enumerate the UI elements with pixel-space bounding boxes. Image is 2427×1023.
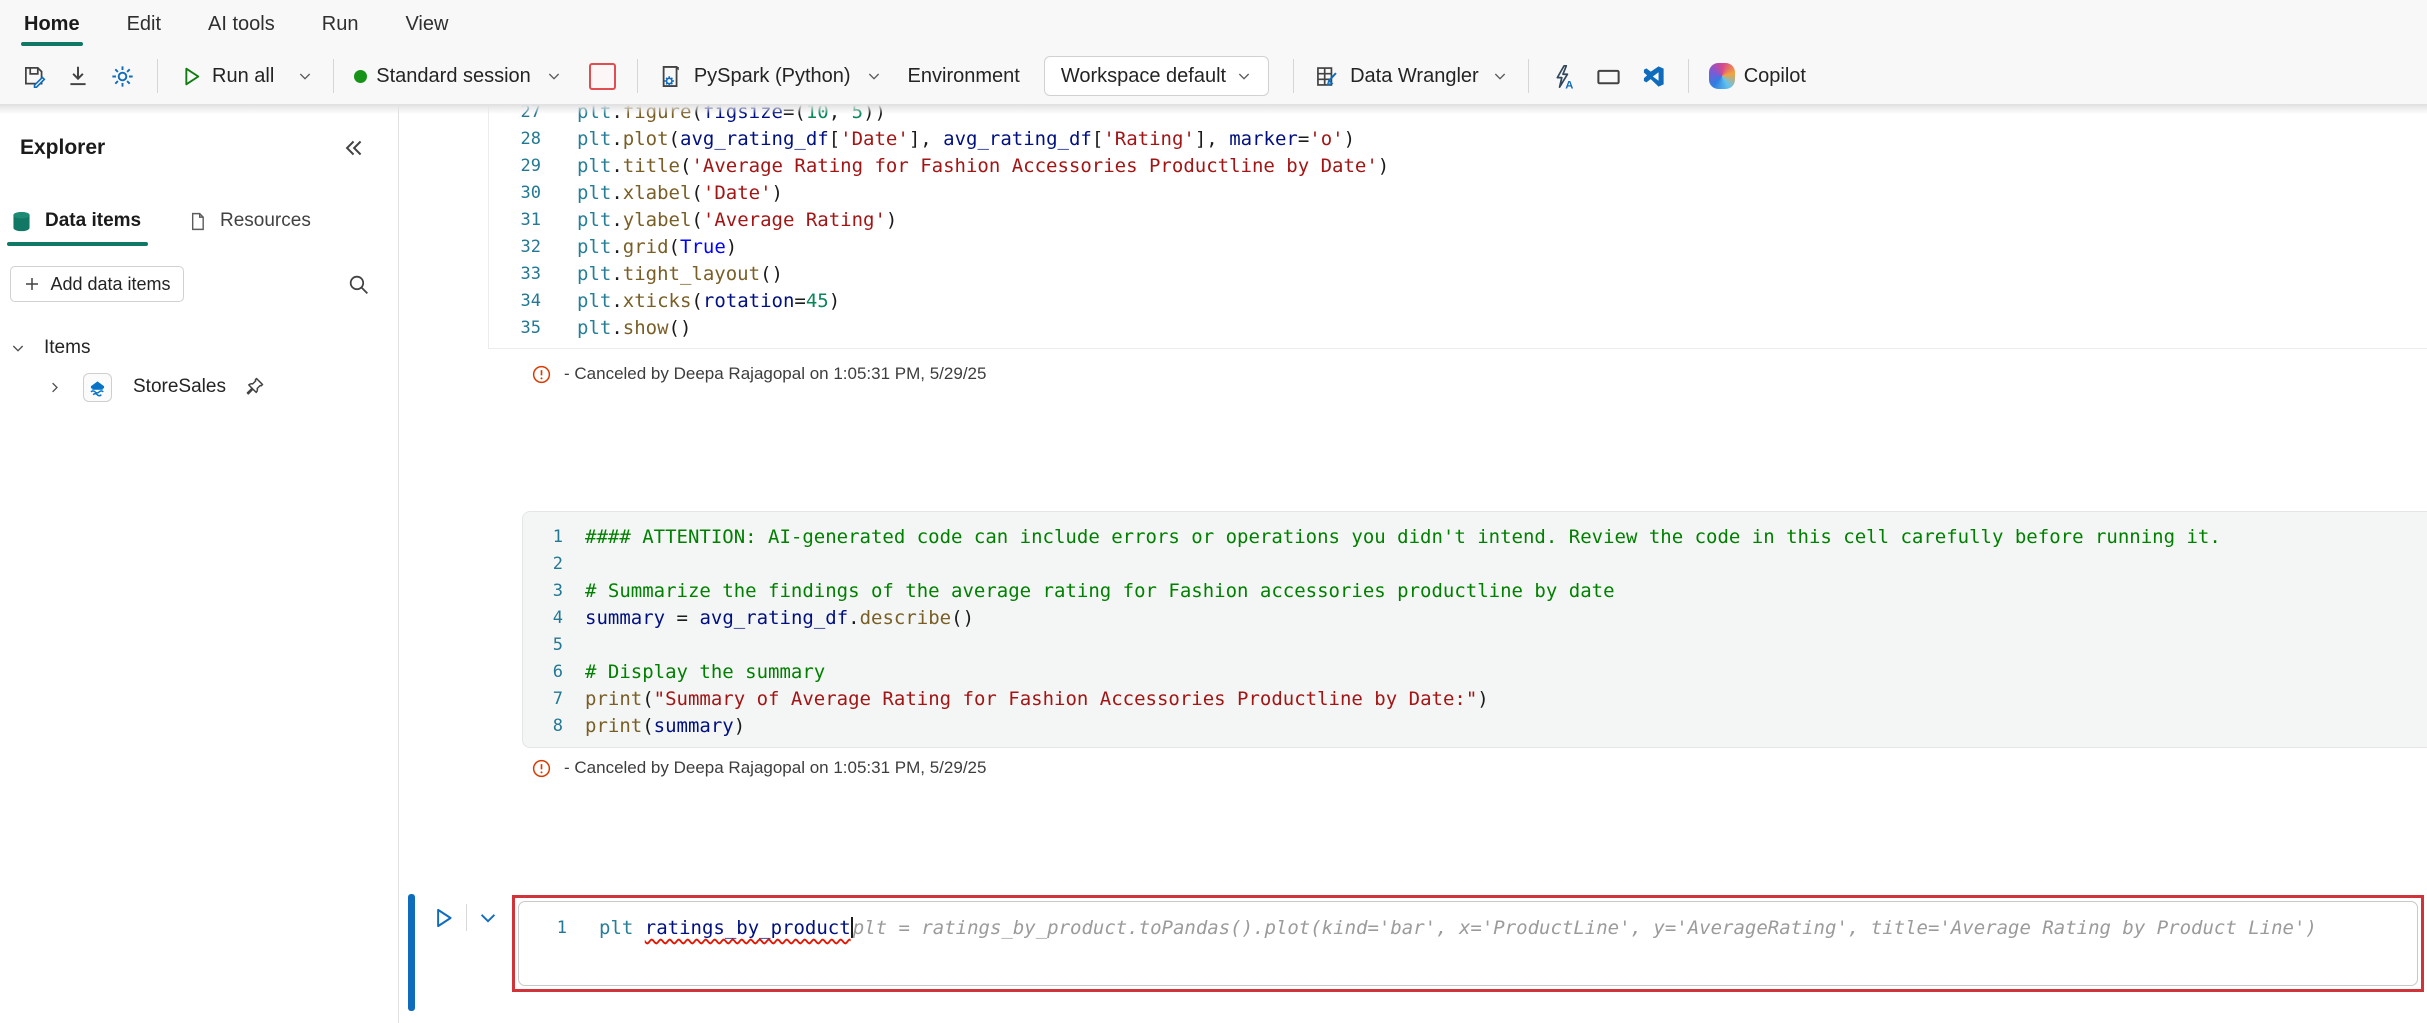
menu-bar: Home Edit AI tools Run View — [0, 0, 2427, 48]
chevron-down-icon — [548, 73, 559, 80]
stop-session-button[interactable] — [580, 54, 625, 98]
lightning-a-icon: A — [1556, 64, 1573, 90]
data-wrangler-button[interactable]: Data Wrangler — [1306, 54, 1516, 98]
export-button[interactable] — [56, 54, 100, 98]
focus-mode-button[interactable] — [1586, 54, 1631, 98]
menu-run[interactable]: Run — [322, 0, 359, 48]
play-icon — [185, 67, 200, 85]
cell-status-canceled: - Canceled by Deepa Rajagopal on 1:05:31… — [531, 753, 986, 783]
language-selector[interactable]: PySpark (Python) — [650, 54, 890, 98]
notebook-kernel-icon — [662, 65, 679, 87]
explorer-title: Explorer — [20, 136, 106, 159]
session-connected-icon — [354, 69, 368, 83]
tab-data-items[interactable]: Data items — [10, 201, 141, 241]
menu-view[interactable]: View — [405, 0, 448, 48]
cell-status-canceled: - Canceled by Deepa Rajagopal on 1:05:31… — [531, 359, 986, 389]
copilot-button[interactable]: Copilot — [1701, 54, 1814, 98]
tab-resources[interactable]: Resources — [187, 201, 311, 241]
vscode-icon — [1643, 65, 1664, 87]
toolbar: Run all Standard session PySpark (Python… — [0, 48, 2427, 104]
pin-icon[interactable] — [242, 375, 266, 399]
document-icon — [191, 212, 204, 230]
svg-text:A: A — [1565, 79, 1573, 90]
active-cell-indicator — [408, 894, 415, 1011]
divider — [1687, 59, 1689, 93]
gear-icon — [112, 65, 133, 87]
divider — [466, 904, 467, 931]
cell-more-run-options-button[interactable] — [477, 907, 499, 929]
menu-home[interactable]: Home — [21, 0, 83, 48]
warning-icon — [532, 365, 551, 383]
download-icon — [70, 66, 86, 86]
code-editor[interactable]: 1 plt ratings_by_product plt = ratings_by_… — [518, 901, 2418, 986]
warning-icon — [532, 759, 551, 777]
code-cell-plot[interactable]: 27 plt.figure(figsize=(10, 5)) 28 plt.plot(… — [488, 105, 2427, 349]
plus-icon — [26, 278, 39, 290]
chevron-right-icon — [52, 382, 58, 392]
chevron-down-icon — [12, 345, 24, 352]
data-wrangler-icon — [1317, 66, 1337, 86]
add-data-items-button[interactable]: Add data items — [10, 266, 184, 302]
double-chevron-left-icon — [345, 140, 362, 156]
code-editor[interactable]: 1 #### ATTENTION: AI-generated code can i… — [523, 524, 2427, 740]
menu-edit[interactable]: Edit — [127, 0, 161, 48]
chevron-down-icon — [300, 73, 311, 80]
cell-run-controls — [430, 904, 499, 931]
run-cell-button[interactable] — [430, 905, 456, 931]
code-editor[interactable]: 27 plt.figure(figsize=(10, 5)) 28 plt.plot(… — [489, 105, 2427, 342]
divider — [636, 59, 638, 93]
active-tab-underline — [7, 242, 148, 246]
divider — [1527, 59, 1529, 93]
code-cell-active-error[interactable]: 1 plt ratings_by_product plt = ratings_by_… — [512, 895, 2424, 992]
chevron-down-icon — [868, 73, 879, 80]
tree-item-storesales[interactable]: StoreSales — [47, 371, 266, 403]
copilot-icon — [1708, 63, 1735, 89]
run-with-ai-button[interactable]: A — [1541, 54, 1586, 98]
code-cell-summary[interactable]: 1 #### ATTENTION: AI-generated code can i… — [522, 511, 2427, 748]
lakehouse-icon — [83, 372, 112, 402]
run-all-button[interactable]: Run all — [170, 54, 321, 98]
frame-icon — [1597, 69, 1620, 84]
divider — [1293, 59, 1295, 93]
tree-root-items[interactable]: Items — [10, 333, 90, 363]
database-icon — [13, 211, 30, 231]
workspace-default-dropdown[interactable]: Workspace default — [1043, 56, 1270, 96]
save-button[interactable] — [12, 54, 56, 98]
search-icon — [349, 275, 368, 294]
session-status-button[interactable]: Standard session — [346, 54, 570, 98]
stop-icon — [588, 62, 616, 90]
save-icon — [25, 67, 46, 88]
collapse-sidebar-button[interactable] — [340, 135, 368, 163]
settings-button[interactable] — [100, 54, 145, 98]
chevron-down-icon — [1238, 73, 1250, 80]
explorer-sidebar: Explorer Data items Resources Add data i… — [0, 105, 399, 1023]
open-in-vscode-button[interactable] — [1631, 54, 1676, 98]
menu-ai-tools[interactable]: AI tools — [208, 0, 275, 48]
environment-label: Environment — [907, 64, 1020, 87]
chevron-down-icon — [1494, 73, 1505, 80]
divider — [333, 59, 335, 93]
search-button[interactable] — [346, 272, 372, 298]
notebook-canvas: 27 plt.figure(figsize=(10, 5)) 28 plt.plot(… — [400, 105, 2427, 1023]
divider — [157, 59, 158, 93]
ribbon: Home Edit AI tools Run View Run all Stan… — [0, 0, 2427, 105]
